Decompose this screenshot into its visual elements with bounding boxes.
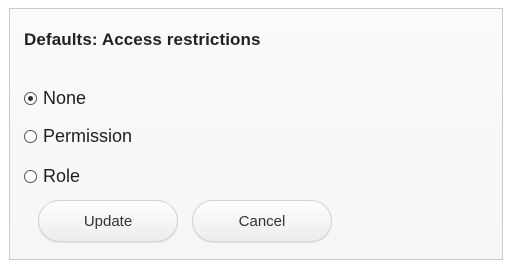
- section-title: Defaults: Access restrictions: [24, 30, 261, 49]
- radio-dot-icon: [28, 96, 33, 101]
- radio-button[interactable]: [24, 170, 37, 183]
- cancel-button[interactable]: Cancel: [192, 200, 332, 242]
- radio-option-permission[interactable]: Permission: [24, 126, 132, 147]
- radio-label-permission: Permission: [43, 126, 133, 146]
- radio-option-none[interactable]: None: [24, 88, 86, 109]
- radio-label-role: Role: [43, 166, 81, 186]
- update-button[interactable]: Update: [38, 200, 178, 242]
- radio-label-none: None: [43, 88, 87, 108]
- radio-button[interactable]: [24, 130, 37, 143]
- radio-button-selected[interactable]: [24, 92, 37, 105]
- radio-option-role[interactable]: Role: [24, 166, 80, 187]
